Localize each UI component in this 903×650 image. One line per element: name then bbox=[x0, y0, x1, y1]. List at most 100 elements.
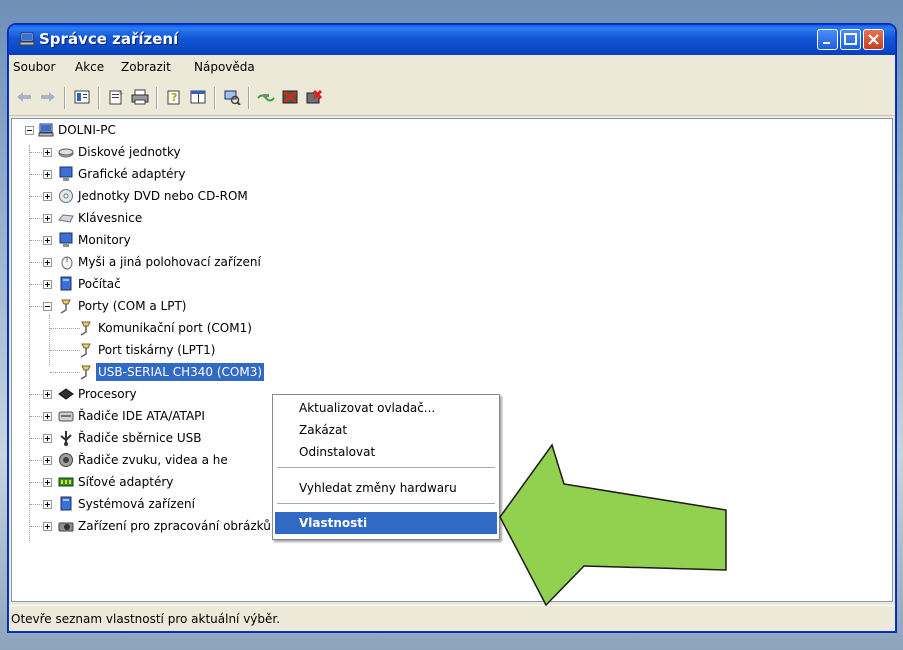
tree-item-label: Porty (COM a LPT) bbox=[78, 299, 187, 313]
menu-view[interactable]: Zobrazit bbox=[121, 60, 171, 74]
menu-help[interactable]: Nápověda bbox=[194, 60, 255, 74]
help-icon[interactable]: ? bbox=[165, 89, 183, 105]
tree-item-label: Klávesnice bbox=[78, 211, 143, 225]
disable-icon[interactable] bbox=[281, 89, 299, 105]
port-icon bbox=[80, 321, 91, 336]
tree-root[interactable]: DOLNI-PC bbox=[25, 121, 146, 139]
maximize-button[interactable] bbox=[840, 29, 861, 50]
forward-arrow-icon[interactable] bbox=[39, 89, 57, 105]
tree-item-label: Monitory bbox=[78, 233, 131, 247]
tree-item-network[interactable]: Síťové adaptéry bbox=[30, 473, 246, 491]
console-icon[interactable] bbox=[189, 89, 207, 105]
expand-toggle[interactable] bbox=[43, 170, 52, 179]
tree-item-sound[interactable]: Řadiče zvuku, videa a he bbox=[30, 451, 246, 469]
menu-disable[interactable]: Zakázat bbox=[275, 419, 497, 441]
speaker-icon bbox=[59, 453, 73, 467]
minimize-button[interactable] bbox=[817, 29, 838, 50]
close-button[interactable] bbox=[863, 29, 884, 50]
expand-toggle[interactable] bbox=[43, 236, 52, 245]
tree-item-mice[interactable]: Myši a jiná polohovací zařízení bbox=[30, 253, 306, 271]
menu-scan-hardware[interactable]: Vyhledat změny hardwaru bbox=[275, 477, 497, 499]
toolbar: ? bbox=[9, 79, 895, 116]
tree-item-ide[interactable]: Řadiče IDE ATA/ATAPI bbox=[30, 407, 246, 425]
tree-item-keyboards[interactable]: Klávesnice bbox=[30, 209, 246, 227]
tree-item-label: Myši a jiná polohovací zařízení bbox=[78, 255, 261, 269]
tree-item-dvd-drives[interactable]: Jednotky DVD nebo CD-ROM bbox=[30, 187, 296, 205]
scan-hardware-icon[interactable] bbox=[223, 89, 241, 105]
collapse-toggle[interactable] bbox=[43, 302, 52, 311]
tree-item-display-adapters[interactable]: Grafické adaptéry bbox=[30, 165, 246, 183]
expand-toggle[interactable] bbox=[43, 258, 52, 267]
expand-toggle[interactable] bbox=[43, 214, 52, 223]
usb-icon bbox=[60, 431, 72, 446]
tree-item-monitors[interactable]: Monitory bbox=[30, 231, 246, 249]
mouse-icon bbox=[61, 256, 73, 270]
window-title: Správce zařízení bbox=[39, 30, 179, 48]
disk-drive-icon bbox=[58, 148, 74, 158]
update-driver-icon[interactable] bbox=[257, 89, 275, 105]
device-manager-window: Správce zařízení Soubor Akce Zobrazit Ná… bbox=[8, 24, 896, 632]
expand-toggle[interactable] bbox=[43, 390, 52, 399]
menu-separator bbox=[277, 467, 495, 468]
tree-item-label: Jednotky DVD nebo CD-ROM bbox=[78, 189, 248, 203]
tree-item-label-selected: USB-SERIAL CH340 (COM3) bbox=[96, 363, 265, 381]
tree-item-lpt1[interactable]: Port tiskárny (LPT1) bbox=[50, 341, 306, 359]
menu-action[interactable]: Akce bbox=[75, 60, 104, 74]
expand-toggle[interactable] bbox=[43, 192, 52, 201]
back-arrow-icon[interactable] bbox=[15, 89, 33, 105]
expand-toggle[interactable] bbox=[43, 456, 52, 465]
expand-toggle[interactable] bbox=[43, 434, 52, 443]
menu-uninstall[interactable]: Odinstalovat bbox=[275, 441, 497, 463]
tree-item-label: Počítač bbox=[78, 277, 121, 291]
expand-toggle[interactable] bbox=[43, 148, 52, 157]
tree-item-label: Řadiče IDE ATA/ATAPI bbox=[78, 409, 205, 423]
tree-item-label: Diskové jednotky bbox=[78, 145, 181, 159]
title-bar[interactable]: Správce zařízení bbox=[9, 25, 895, 55]
expand-toggle[interactable] bbox=[43, 522, 52, 531]
menu-properties[interactable]: Vlastnosti bbox=[275, 512, 497, 534]
computer-icon bbox=[19, 32, 35, 46]
tree-item-processors[interactable]: Procesory bbox=[30, 385, 246, 403]
menu-update-driver[interactable]: Aktualizovat ovladač... bbox=[275, 397, 497, 419]
tree-item-usb-serial[interactable]: USB-SERIAL CH340 (COM3) bbox=[50, 363, 306, 381]
menu-bar: Soubor Akce Zobrazit Nápověda bbox=[9, 55, 895, 80]
tree-item-computer[interactable]: Počítač bbox=[30, 275, 246, 293]
tree-item-label: Zařízení pro zpracování obrázků bbox=[78, 519, 271, 533]
system-device-icon bbox=[60, 496, 72, 511]
monitor-icon bbox=[59, 166, 73, 181]
tree-item-label: Grafické adaptéry bbox=[78, 167, 186, 181]
tree-item-label: Port tiskárny (LPT1) bbox=[98, 343, 216, 357]
status-bar: Otevře seznam vlastností pro aktuální vý… bbox=[9, 605, 895, 631]
computer-icon bbox=[38, 123, 54, 137]
maximize-icon bbox=[844, 33, 857, 45]
expand-toggle[interactable] bbox=[43, 500, 52, 509]
tree-item-system[interactable]: Systémová zařízení bbox=[30, 495, 246, 513]
expand-toggle[interactable] bbox=[43, 478, 52, 487]
tree-item-label: Procesory bbox=[78, 387, 137, 401]
expand-toggle[interactable] bbox=[43, 280, 52, 289]
menu-separator bbox=[277, 503, 495, 504]
collapse-toggle[interactable] bbox=[25, 126, 34, 135]
expand-toggle[interactable] bbox=[43, 412, 52, 421]
processor-icon bbox=[58, 388, 74, 400]
tree-root-label: DOLNI-PC bbox=[58, 123, 116, 137]
context-menu: Aktualizovat ovladač... Zakázat Odinstal… bbox=[272, 394, 500, 540]
pointer-arrow bbox=[499, 443, 727, 607]
properties-icon[interactable] bbox=[107, 89, 125, 105]
tree-item-imaging[interactable]: Zařízení pro zpracování obrázků bbox=[30, 517, 306, 535]
tree-item-com1[interactable]: Komunikační port (COM1) bbox=[50, 319, 306, 337]
tree-item-label: Řadiče zvuku, videa a he bbox=[78, 453, 228, 467]
tree-item-ports[interactable]: Porty (COM a LPT) bbox=[30, 297, 246, 315]
minimize-icon bbox=[823, 42, 830, 44]
port-icon bbox=[60, 299, 71, 314]
print-icon[interactable] bbox=[131, 89, 149, 105]
port-icon bbox=[80, 365, 91, 380]
svg-text:?: ? bbox=[171, 91, 177, 104]
monitor-icon bbox=[59, 232, 73, 247]
view-icon[interactable] bbox=[73, 89, 91, 105]
uninstall-icon[interactable] bbox=[305, 89, 323, 105]
network-adapter-icon bbox=[58, 477, 74, 487]
tree-item-disk-drives[interactable]: Diskové jednotky bbox=[30, 143, 246, 161]
menu-file[interactable]: Soubor bbox=[13, 60, 55, 74]
tree-item-usb[interactable]: Řadiče sběrnice USB bbox=[30, 429, 246, 447]
